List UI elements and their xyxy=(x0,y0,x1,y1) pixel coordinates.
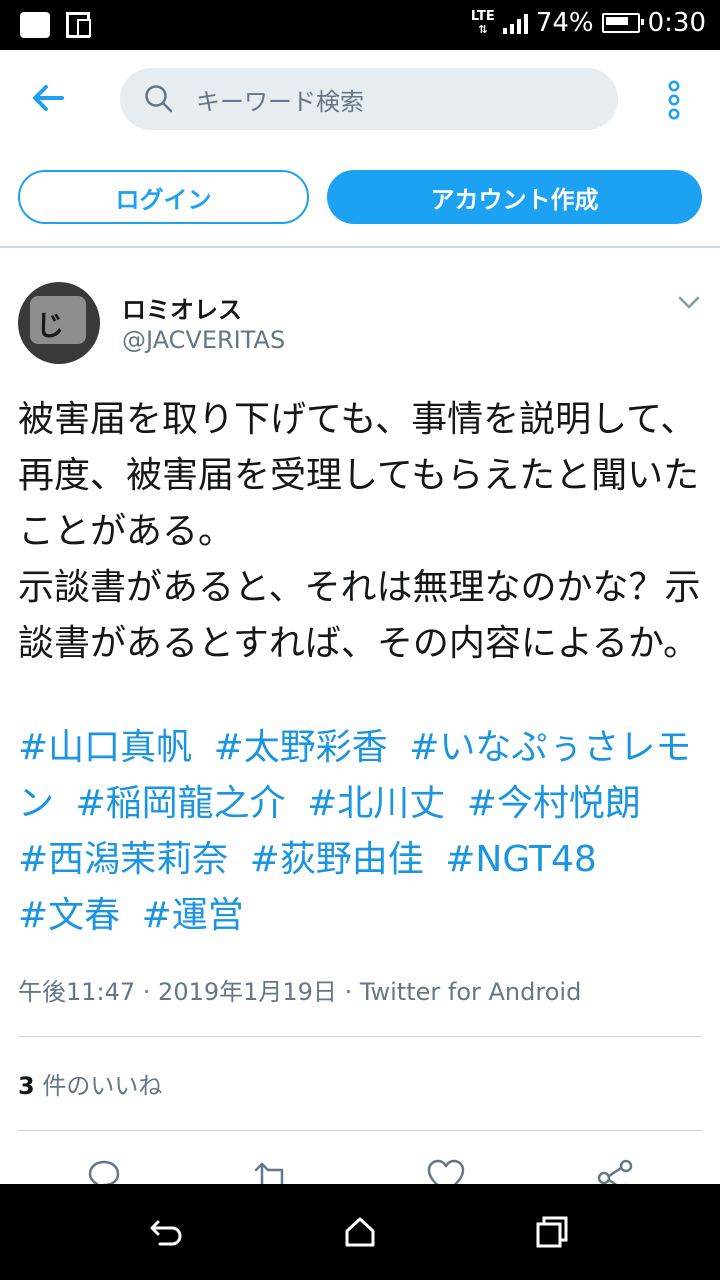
hashtag-link[interactable]: #運営 xyxy=(142,895,244,936)
tweet-timestamp: 午後11:47 · 2019年1月19日 · Twitter for Andro… xyxy=(18,978,582,1006)
create-account-button[interactable]: アカウント作成 xyxy=(327,170,702,224)
share-icon xyxy=(597,1159,633,1186)
avatar[interactable]: じ xyxy=(18,282,100,364)
reply-button[interactable] xyxy=(84,1158,128,1186)
reply-icon xyxy=(88,1160,120,1186)
retweet-button[interactable] xyxy=(252,1158,296,1186)
author-handle[interactable]: @JACVERITAS xyxy=(122,326,285,354)
sim-icon xyxy=(66,12,91,38)
hashtag-link[interactable]: #稲岡龍之介 xyxy=(75,783,285,824)
retweet-icon xyxy=(254,1162,290,1186)
status-bar: LTE ⇅ 74% 0:30 xyxy=(0,0,720,50)
battery-percent: 74% xyxy=(535,8,594,38)
hashtag-link[interactable]: #太野彩香 xyxy=(214,727,388,768)
clock: 0:30 xyxy=(647,8,706,38)
android-nav-bar xyxy=(0,1184,720,1280)
divider xyxy=(18,1036,702,1037)
chevron-down-icon[interactable] xyxy=(674,290,704,314)
android-home-icon[interactable] xyxy=(342,1214,378,1250)
back-arrow-icon[interactable] xyxy=(30,80,66,116)
search-input[interactable]: キーワード検索 xyxy=(120,68,618,130)
hashtag-list: #山口真帆 #太野彩香 #いなぷぅさレモン #稲岡龍之介 #北川丈 #今村悦朗 … xyxy=(18,720,708,944)
search-placeholder: キーワード検索 xyxy=(196,88,364,116)
hashtag-link[interactable]: #北川丈 xyxy=(307,783,445,824)
signal-icon xyxy=(502,12,528,34)
likes-count: 3 xyxy=(18,1072,35,1100)
hashtag-link[interactable]: #西潟茉莉奈 xyxy=(18,839,228,880)
network-type: LTE ⇅ xyxy=(470,9,495,36)
hashtag-link[interactable]: #NGT48 xyxy=(445,839,597,880)
divider xyxy=(18,1130,702,1131)
like-button[interactable] xyxy=(426,1158,470,1186)
share-button[interactable] xyxy=(596,1158,640,1186)
author-name[interactable]: ロミオレス xyxy=(122,290,242,325)
login-button[interactable]: ログイン xyxy=(18,170,309,224)
likes-label: 件のいいね xyxy=(34,1072,163,1100)
tweet-text: 被害届を取り下げても、事情を説明して、再度、被害届を受理してもらえたと聞いたこと… xyxy=(18,399,701,664)
android-recents-icon[interactable] xyxy=(534,1214,570,1250)
hashtag-link[interactable]: #山口真帆 xyxy=(18,727,192,768)
hashtag-link[interactable]: #荻野由佳 xyxy=(250,839,424,880)
notification-icon xyxy=(20,12,50,38)
hashtag-link[interactable]: #文春 xyxy=(18,895,120,936)
more-vertical-icon[interactable] xyxy=(664,80,684,120)
hashtag-link[interactable]: #今村悦朗 xyxy=(467,783,641,824)
android-back-icon[interactable] xyxy=(148,1214,184,1250)
battery-icon xyxy=(601,13,644,33)
likes-count-link[interactable]: 3 件のいいね xyxy=(18,1066,162,1101)
search-icon xyxy=(145,85,173,113)
top-bar: キーワード検索 xyxy=(0,50,720,150)
like-icon xyxy=(427,1159,465,1186)
divider xyxy=(0,246,720,248)
